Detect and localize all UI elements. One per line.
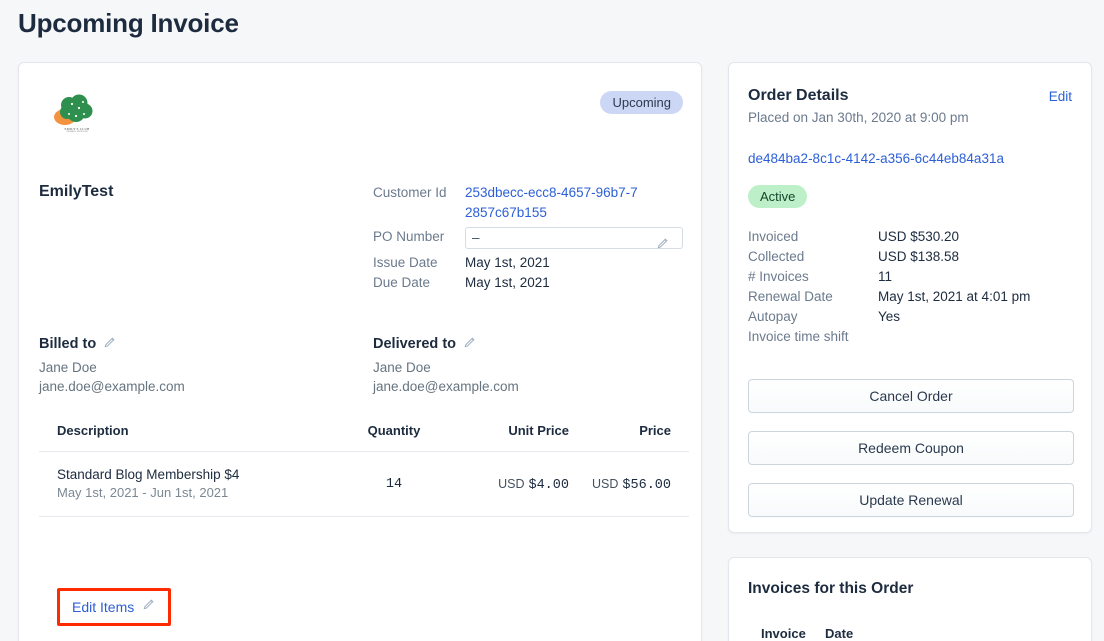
- meta-row-due-date: Due Date May 1st, 2021: [373, 273, 685, 293]
- column-header-description: Description: [57, 423, 129, 438]
- order-placed-on: Placed on Jan 30th, 2020 at 9:00 pm: [748, 110, 969, 125]
- edit-items-highlight: Edit Items: [57, 588, 172, 626]
- line-items-table: Description Quantity Unit Price Price St…: [39, 423, 689, 517]
- invoice-meta: Customer Id 253dbecc-ecc8-4657-96b7-7285…: [373, 183, 685, 293]
- price-currency: USD: [591, 477, 619, 491]
- order-details-heading: Order Details: [748, 87, 849, 104]
- field-value: 11: [878, 269, 893, 284]
- unit-price-currency: USD: [498, 477, 525, 491]
- company-logo: EMILY'S CLUB ORGANIC PRODUCE: [52, 93, 102, 141]
- field-value: May 1st, 2021 at 4:01 pm: [878, 289, 1031, 304]
- invoices-table-header: Invoice Date: [761, 626, 905, 641]
- meta-label: PO Number: [373, 229, 445, 244]
- billed-to-name: Jane Doe: [39, 360, 97, 375]
- meta-row-po-number: PO Number –: [373, 227, 685, 249]
- field-label: Autopay: [748, 309, 798, 324]
- order-field-invoice-time-shift: Invoice time shift: [748, 327, 1074, 347]
- delivered-to-label: Delivered to: [373, 336, 456, 352]
- line-item-unit-price-cell: USD $4.00: [449, 475, 569, 493]
- customer-name: EmilyTest: [39, 183, 114, 200]
- field-label: Renewal Date: [748, 289, 833, 304]
- update-renewal-button[interactable]: Update Renewal: [748, 483, 1074, 517]
- order-id-link[interactable]: de484ba2-8c1c-4142-a356-6c44eb84a31a: [748, 151, 1004, 166]
- column-header-unit-price: Unit Price: [508, 423, 569, 438]
- order-details-edit-link[interactable]: Edit: [1049, 89, 1072, 104]
- invoice-card: Upcoming EMILY'S CLUB ORGANIC PRODUCE Em…: [18, 62, 702, 641]
- unit-price-amount: $4.00: [528, 478, 569, 493]
- column-header-date: Date: [825, 626, 854, 641]
- meta-label: Customer Id: [373, 185, 447, 200]
- status-badge-active: Active: [748, 185, 808, 208]
- line-item-period: May 1st, 2021 - Jun 1st, 2021: [57, 485, 229, 500]
- order-field-num-invoices: # Invoices 11: [748, 267, 1074, 287]
- delivered-to-block: Delivered to Jane Doe jane.doe@example.c…: [373, 335, 519, 396]
- totals-block: Subtotal $56.00 Discounts – Taxes: [379, 637, 699, 641]
- pencil-icon[interactable]: [463, 335, 477, 353]
- field-label: # Invoices: [748, 269, 809, 284]
- delivered-to-name: Jane Doe: [373, 360, 431, 375]
- line-item-description-cell: Standard Blog Membership $4 May 1st, 202…: [39, 466, 339, 502]
- order-field-collected: Collected USD $138.58: [748, 247, 1074, 267]
- table-row: Standard Blog Membership $4 May 1st, 202…: [39, 452, 689, 517]
- due-date-value: May 1st, 2021: [465, 275, 550, 290]
- invoices-panel-heading: Invoices for this Order: [748, 580, 914, 597]
- delivered-to-email: jane.doe@example.com: [373, 379, 519, 394]
- meta-label: Issue Date: [373, 255, 438, 270]
- logo-tree-icon: [54, 94, 93, 125]
- total-row-subtotal: Subtotal $56.00: [379, 637, 699, 641]
- meta-row-issue-date: Issue Date May 1st, 2021: [373, 253, 685, 273]
- pencil-icon[interactable]: [142, 597, 156, 616]
- meta-row-customer-id: Customer Id 253dbecc-ecc8-4657-96b7-7285…: [373, 183, 685, 223]
- billed-to-label: Billed to: [39, 336, 97, 352]
- redeem-coupon-button[interactable]: Redeem Coupon: [748, 431, 1074, 465]
- billed-to-block: Billed to Jane Doe jane.doe@example.com: [39, 335, 185, 396]
- po-number-input[interactable]: –: [465, 227, 683, 249]
- field-value: Yes: [878, 309, 901, 324]
- order-details-card: Order Details Edit Placed on Jan 30th, 2…: [728, 62, 1092, 533]
- line-item-quantity: 14: [385, 476, 403, 492]
- status-badge-upcoming: Upcoming: [600, 91, 683, 114]
- field-label: Invoiced: [748, 229, 799, 244]
- edit-items-button[interactable]: Edit Items: [72, 599, 134, 615]
- column-header-price: Price: [639, 423, 671, 438]
- pencil-icon[interactable]: [103, 335, 117, 353]
- issue-date-value: May 1st, 2021: [465, 255, 550, 270]
- field-label: Invoice time shift: [748, 329, 849, 344]
- invoice-page: Upcoming Invoice Upcoming EMILY'S CLUB O…: [0, 0, 1104, 641]
- order-field-autopay: Autopay Yes: [748, 307, 1074, 327]
- line-item-price-cell: USD $56.00: [569, 475, 671, 493]
- logo-caption-secondary: ORGANIC PRODUCE: [66, 131, 88, 133]
- field-label: Collected: [748, 249, 805, 264]
- cancel-order-button[interactable]: Cancel Order: [748, 379, 1074, 413]
- price-amount: $56.00: [622, 478, 671, 493]
- billed-to-heading: Billed to: [39, 335, 185, 353]
- order-field-invoiced: Invoiced USD $530.20: [748, 227, 1074, 247]
- billed-to-email: jane.doe@example.com: [39, 379, 185, 394]
- line-item-title: Standard Blog Membership $4: [57, 467, 240, 482]
- page-title: Upcoming Invoice: [18, 8, 239, 38]
- column-header-invoice: Invoice: [761, 626, 806, 641]
- field-value: USD $138.58: [878, 249, 960, 264]
- order-field-renewal-date: Renewal Date May 1st, 2021 at 4:01 pm: [748, 287, 1074, 307]
- invoices-for-order-card: Invoices for this Order Invoice Date: [728, 557, 1092, 641]
- customer-id-link[interactable]: 253dbecc-ecc8-4657-96b7-72857c67b155: [465, 183, 640, 223]
- po-number-value: –: [472, 230, 480, 245]
- line-items-header-row: Description Quantity Unit Price Price: [39, 423, 689, 452]
- column-header-quantity: Quantity: [367, 423, 421, 438]
- meta-label: Due Date: [373, 275, 431, 290]
- field-value: USD $530.20: [878, 229, 960, 244]
- delivered-to-heading: Delivered to: [373, 335, 519, 353]
- order-details-fields: Invoiced USD $530.20 Collected USD $138.…: [748, 227, 1074, 347]
